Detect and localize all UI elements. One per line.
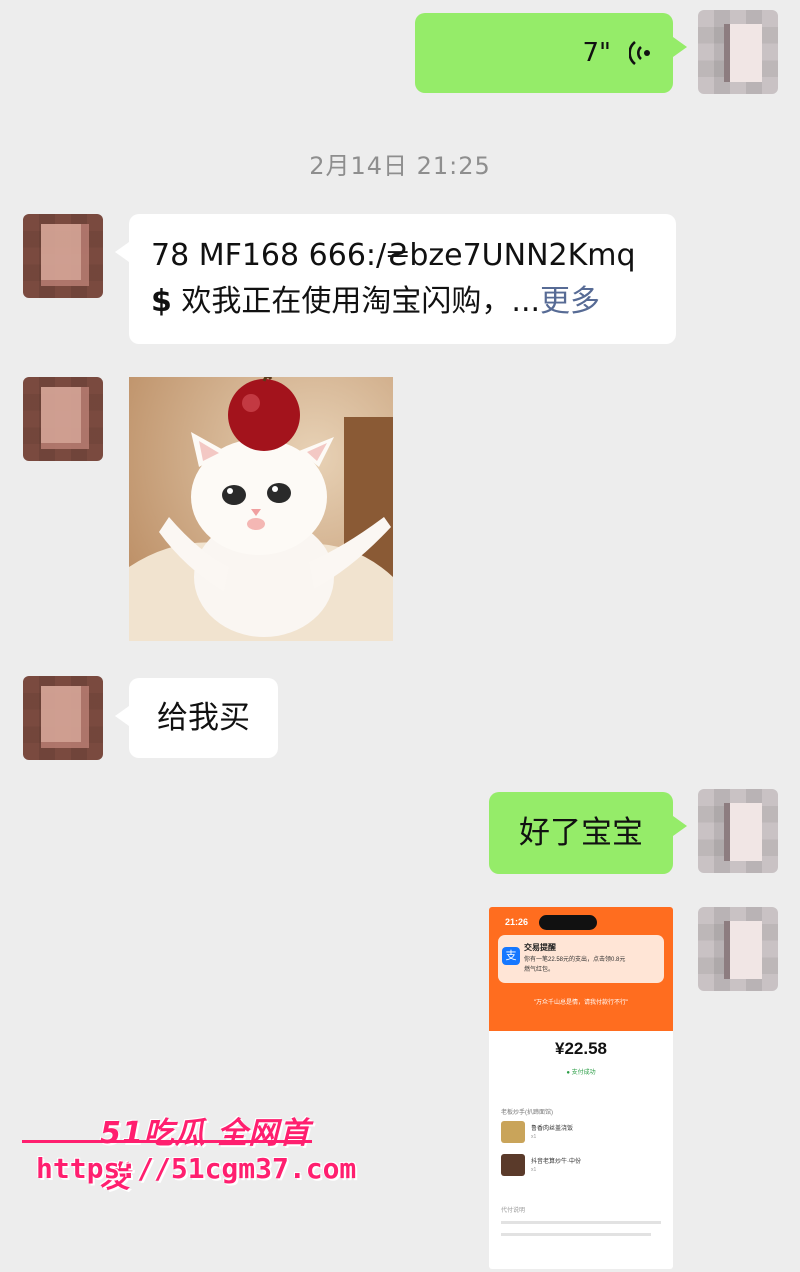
friend-avatar[interactable] <box>23 377 103 461</box>
payment-slogan: "万众千山总是情，请我付款行不行" <box>533 1000 629 1006</box>
more-link[interactable]: 更多 <box>540 284 600 319</box>
item2-name: 抖音老算炒牛·中份 <box>531 1159 581 1165</box>
link-message[interactable]: 78 MF168 666:/₴bze7UNN2Kmq $ 欢我正在使用淘宝闪购，… <box>115 214 676 344</box>
voice-message[interactable]: 7" <box>415 13 687 93</box>
text-message[interactable]: 好了宝宝 <box>489 792 687 874</box>
notification-card: 支 交易提醒 你有一笔22.58元的支出，点击领0.8元 燃气红包。 <box>498 935 664 983</box>
item1-thumbnail <box>501 1121 525 1143</box>
watermark-divider <box>22 1140 312 1143</box>
item1-name: 鲁香肉丝盖浇饭 <box>531 1126 574 1132</box>
dollar-sign-icon: $ <box>151 284 172 319</box>
self-avatar[interactable] <box>698 789 778 873</box>
message-text: 好了宝宝 <box>519 815 643 851</box>
self-avatar[interactable] <box>698 907 778 991</box>
voice-wave-icon <box>629 40 650 66</box>
notice-body-2: 燃气红包。 <box>524 967 555 973</box>
footer-line-1 <box>501 1221 661 1224</box>
text-message[interactable]: 给我买 <box>115 678 278 758</box>
payment-status: ● 支付成功 <box>566 1070 596 1076</box>
message-text: 给我买 <box>157 700 250 736</box>
link-text: 欢我正在使用淘宝闪购，... <box>181 284 541 319</box>
notice-title: 交易提醒 <box>524 943 556 952</box>
check-icon: ● <box>566 1070 570 1076</box>
alipay-icon: 支 <box>502 947 520 965</box>
item2-qty: x1 <box>531 1167 537 1173</box>
item2-thumbnail <box>501 1154 525 1176</box>
self-avatar[interactable] <box>698 10 778 94</box>
friend-avatar[interactable] <box>23 214 103 298</box>
voice-duration: 7" <box>582 38 611 68</box>
cat-sticker-image[interactable] <box>129 377 393 641</box>
dynamic-island <box>539 915 597 930</box>
message-timestamp: 2月14日 21:25 <box>309 152 491 180</box>
link-code: 78 MF168 666:/₴bze7UNN2Kmq <box>151 238 636 273</box>
watermark-url: https://51cgm37.com <box>36 1152 357 1185</box>
friend-avatar[interactable] <box>23 676 103 760</box>
status-time: 21:26 <box>505 917 529 927</box>
merchant-section: 老板炒手(扒蹄面馆) <box>501 1110 553 1116</box>
cat-illustration <box>129 377 393 641</box>
notice-body: 你有一笔22.58元的支出，点击领0.8元 <box>524 957 626 963</box>
watermark: 51吃瓜 全网首发 https://51cgm37.com <box>22 1108 356 1195</box>
link-description: $ 欢我正在使用淘宝闪购，...更多 <box>151 279 654 325</box>
payment-amount: ¥22.58 <box>555 1039 607 1058</box>
footer-line-2 <box>501 1233 651 1236</box>
payment-screenshot[interactable]: 21:26 支 交易提醒 你有一笔22.58元的支出，点击领0.8元 燃气红包。… <box>489 907 673 1269</box>
footer-heading: 代付说明 <box>501 1208 526 1214</box>
item1-qty: x1 <box>531 1134 537 1140</box>
